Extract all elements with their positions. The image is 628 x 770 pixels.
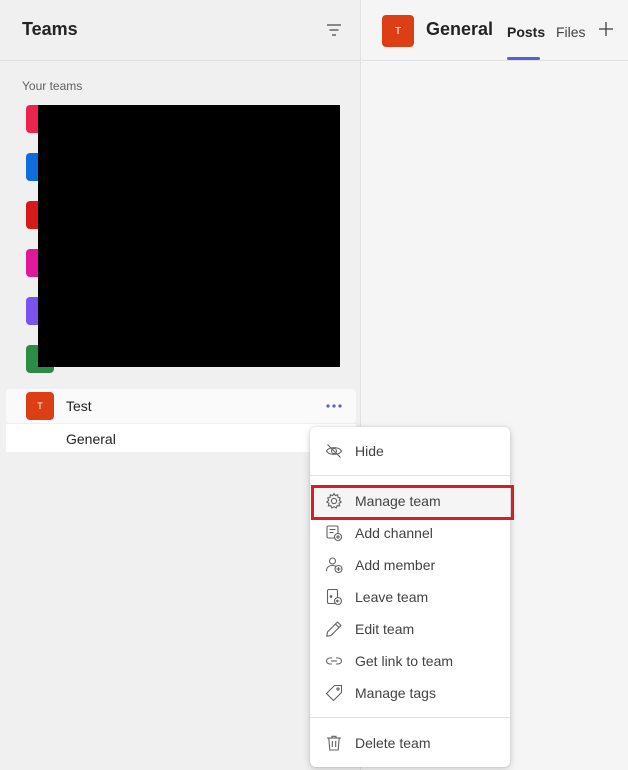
menu-item-label: Add member bbox=[355, 557, 436, 573]
menu-item-hide[interactable]: Hide bbox=[310, 435, 510, 467]
tag-icon bbox=[325, 684, 343, 702]
pencil-icon bbox=[325, 620, 343, 638]
redacted-team-names bbox=[38, 105, 340, 367]
menu-item-get-link[interactable]: Get link to team bbox=[310, 645, 510, 677]
menu-item-add-channel[interactable]: Add channel bbox=[310, 517, 510, 549]
channel-team-avatar: T bbox=[382, 15, 414, 47]
menu-item-label: Edit team bbox=[355, 621, 415, 637]
tab-files[interactable]: Files bbox=[556, 24, 586, 40]
menu-item-label: Hide bbox=[355, 443, 384, 459]
menu-item-label: Manage tags bbox=[355, 685, 436, 701]
add-channel-icon bbox=[325, 524, 343, 542]
menu-item-label: Add channel bbox=[355, 525, 433, 541]
leave-team-icon bbox=[325, 588, 343, 606]
active-tab-indicator bbox=[507, 57, 540, 60]
panel-title: Teams bbox=[22, 19, 78, 39]
tab-posts[interactable]: Posts bbox=[507, 24, 545, 40]
link-icon bbox=[325, 652, 343, 670]
team-context-menu: Hide Manage team Add channel Add member … bbox=[310, 427, 510, 767]
menu-item-leave-team[interactable]: Leave team bbox=[310, 581, 510, 613]
menu-item-edit-team[interactable]: Edit team bbox=[310, 613, 510, 645]
channel-title: General bbox=[426, 19, 494, 39]
gear-icon bbox=[325, 492, 343, 510]
teams-app: Teams Your teams T Test General T Genera… bbox=[0, 0, 628, 770]
team-avatar: T bbox=[26, 392, 54, 420]
teams-list-panel: Teams Your teams T Test General bbox=[0, 0, 361, 770]
menu-divider bbox=[310, 717, 510, 718]
team-name: Test bbox=[66, 398, 92, 414]
channel-name: General bbox=[66, 431, 116, 447]
more-options-icon[interactable] bbox=[325, 398, 343, 414]
menu-item-add-member[interactable]: Add member bbox=[310, 549, 510, 581]
menu-item-label: Leave team bbox=[355, 589, 429, 605]
menu-item-label: Manage team bbox=[355, 493, 441, 509]
add-member-icon bbox=[325, 556, 343, 574]
menu-item-label: Get link to team bbox=[355, 653, 454, 669]
channel-item-general[interactable]: General bbox=[6, 424, 356, 452]
team-item-test[interactable]: T Test bbox=[6, 389, 356, 423]
menu-item-label: Delete team bbox=[355, 735, 431, 751]
hide-icon bbox=[325, 442, 343, 460]
filter-icon[interactable] bbox=[325, 22, 343, 38]
section-label-your-teams: Your teams bbox=[22, 79, 83, 93]
channel-header: T General Posts Files bbox=[362, 0, 628, 61]
menu-item-manage-team[interactable]: Manage team bbox=[310, 485, 510, 517]
menu-item-delete-team[interactable]: Delete team bbox=[310, 727, 510, 759]
menu-divider bbox=[310, 475, 510, 476]
menu-item-manage-tags[interactable]: Manage tags bbox=[310, 677, 510, 709]
teams-panel-header: Teams bbox=[0, 0, 361, 61]
trash-icon bbox=[325, 734, 343, 752]
add-tab-icon[interactable] bbox=[598, 21, 614, 37]
